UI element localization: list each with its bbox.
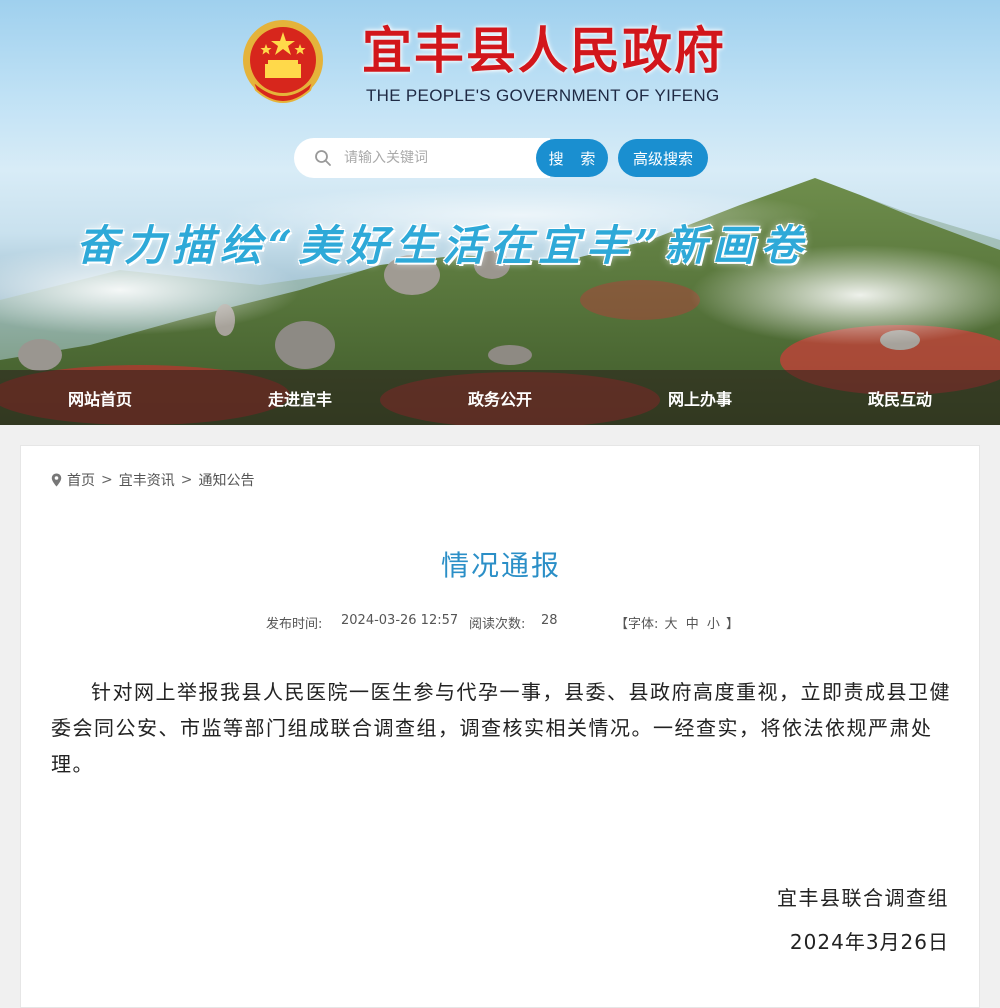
read-count: 28	[541, 613, 558, 628]
breadcrumb-separator: >	[101, 472, 113, 488]
search-bar	[294, 138, 550, 178]
breadcrumb-notices[interactable]: 通知公告	[198, 470, 254, 490]
publish-time-label: 发布时间:	[266, 617, 323, 632]
search-icon	[315, 150, 331, 166]
read-count-label: 阅读次数:	[469, 617, 526, 632]
site-title: 宜丰县人民政府	[362, 21, 726, 80]
font-size-large[interactable]: 大	[665, 617, 678, 632]
nav-item-online-services[interactable]: 网上办事	[600, 370, 800, 425]
breadcrumb-separator: >	[180, 472, 193, 488]
publish-time: 2024-03-26 12:57	[341, 613, 459, 628]
font-size-close: 】	[726, 617, 740, 632]
site-subtitle: THE PEOPLE'S GOVERNMENT OF YIFENG	[366, 86, 720, 105]
font-size-small[interactable]: 小	[707, 617, 720, 632]
advanced-search-button[interactable]: 高级搜索	[618, 139, 708, 177]
slogan: 奋力描绘“美好生活在宜丰”新画卷	[76, 221, 809, 270]
font-size-label: 【字体:	[615, 617, 659, 632]
header-banner: 宜丰县人民政府 THE PEOPLE'S GOVERNMENT OF YIFEN…	[0, 0, 1000, 425]
article-meta: 发布时间: 2024-03-26 12:57 阅读次数: 28 【字体: 大 中…	[21, 613, 981, 632]
national-emblem-icon	[243, 20, 323, 103]
breadcrumb: 首页 > 宜丰资讯 > 通知公告	[51, 470, 254, 490]
font-size-medium[interactable]: 中	[686, 617, 699, 632]
breadcrumb-yifeng-news[interactable]: 宜丰资讯	[119, 470, 175, 490]
location-pin-icon	[51, 473, 62, 487]
signature-organization: 宜丰县联合调查组	[777, 886, 949, 910]
article-body: 针对网上举报我县人民医院一医生参与代孕一事，县委、县政府高度重视，立即责成县卫健…	[51, 680, 951, 776]
nav-item-home[interactable]: 网站首页	[0, 370, 200, 425]
main-nav: 网站首页 走进宜丰 政务公开 网上办事 政民互动	[0, 370, 1000, 425]
search-input[interactable]	[344, 150, 544, 166]
nav-item-interaction[interactable]: 政民互动	[800, 370, 1000, 425]
nav-item-about[interactable]: 走进宜丰	[200, 370, 400, 425]
signature-date: 2024年3月26日	[789, 930, 949, 954]
font-size-control: 【字体: 大 中 小 】	[615, 613, 739, 632]
article-card: 首页 > 宜丰资讯 > 通知公告 情况通报 发布时间: 2024-03-26 1…	[20, 445, 980, 1008]
article-title: 情况通报	[440, 549, 561, 582]
breadcrumb-home[interactable]: 首页	[67, 470, 95, 490]
search-button[interactable]: 搜 索	[536, 139, 608, 177]
nav-item-government-affairs[interactable]: 政务公开	[400, 370, 600, 425]
